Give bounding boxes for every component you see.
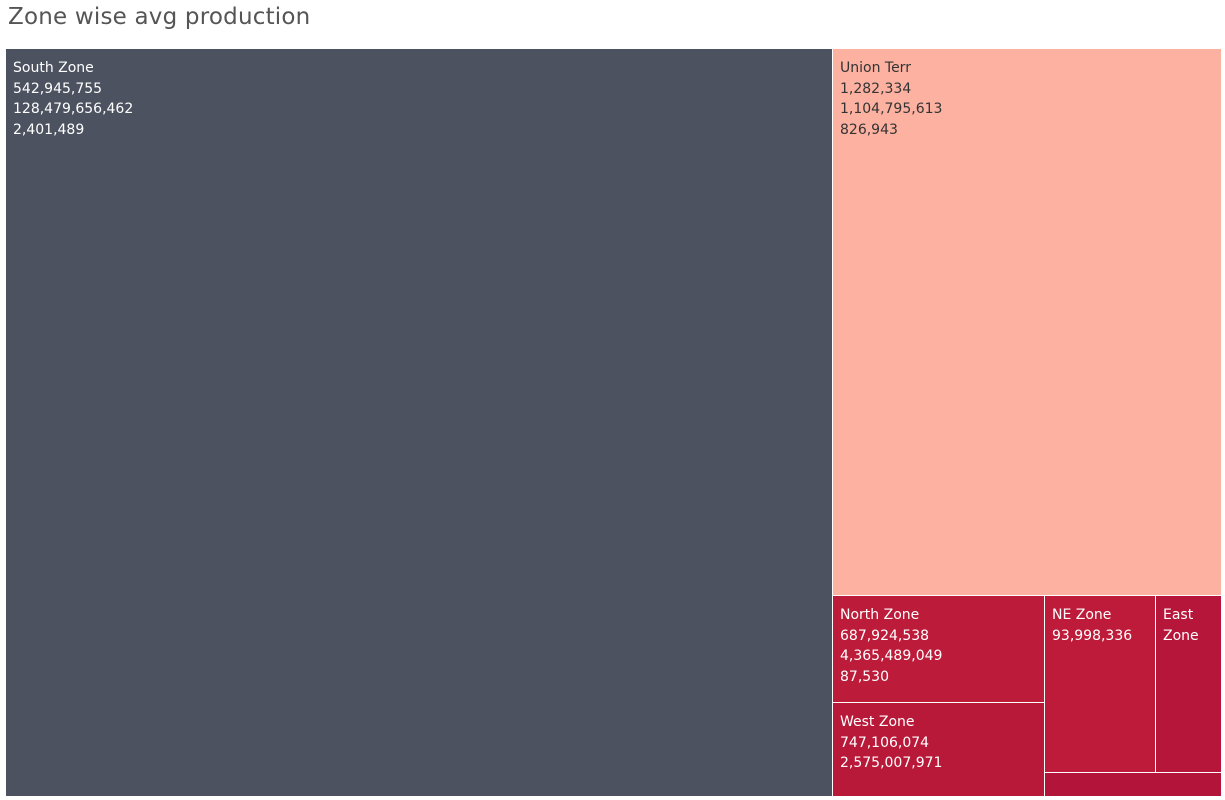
treemap-cell: South Zone 542,945,755 128,479,656,462 2,40… (6, 49, 832, 796)
cell-value: 4,365,489,049 (840, 648, 943, 665)
cell-label: South Zone (13, 60, 94, 76)
treemap-cell: Union Terr 1,282,334 1,104,795,613 826,943 (833, 49, 1221, 595)
treemap-cell: NE Zone 93,998,336 (1045, 596, 1155, 772)
cell-value: 542,945,755 (13, 80, 103, 97)
treemap-chart: South Zone 542,945,755 128,479,656,462 2,40… (0, 0, 1225, 800)
cell-label: North Zone (840, 607, 920, 623)
cell-value: 87,530 (840, 668, 889, 685)
cell-label: East Zone (1163, 607, 1199, 644)
cell-value: 687,924,538 (840, 627, 930, 644)
cell-value: 826,943 (840, 121, 898, 138)
treemap-cell: North Zone 687,924,538 4,365,489,049 87,530 (833, 596, 1044, 702)
cell-label: Union Terr (840, 60, 911, 76)
cell-value: 1,282,334 (840, 80, 912, 97)
cell-label: West Zone (840, 714, 915, 730)
page-title: Zone wise avg production (8, 4, 311, 30)
cell-value: 128,479,656,462 (13, 101, 134, 118)
treemap-cell: West Zone 747,106,074 2,575,007,971 (833, 703, 1044, 796)
cell-label: NE Zone (1052, 607, 1112, 623)
cell-value: 2,401,489 (13, 121, 85, 138)
cell-value: 93,998,336 (1052, 627, 1133, 644)
treemap-cell (1045, 773, 1221, 796)
treemap-cell: East Zone (1156, 596, 1221, 772)
cell-value: 2,575,007,971 (840, 755, 943, 772)
cell-value: 1,104,795,613 (840, 101, 943, 118)
cell-value: 747,106,074 (840, 734, 930, 751)
